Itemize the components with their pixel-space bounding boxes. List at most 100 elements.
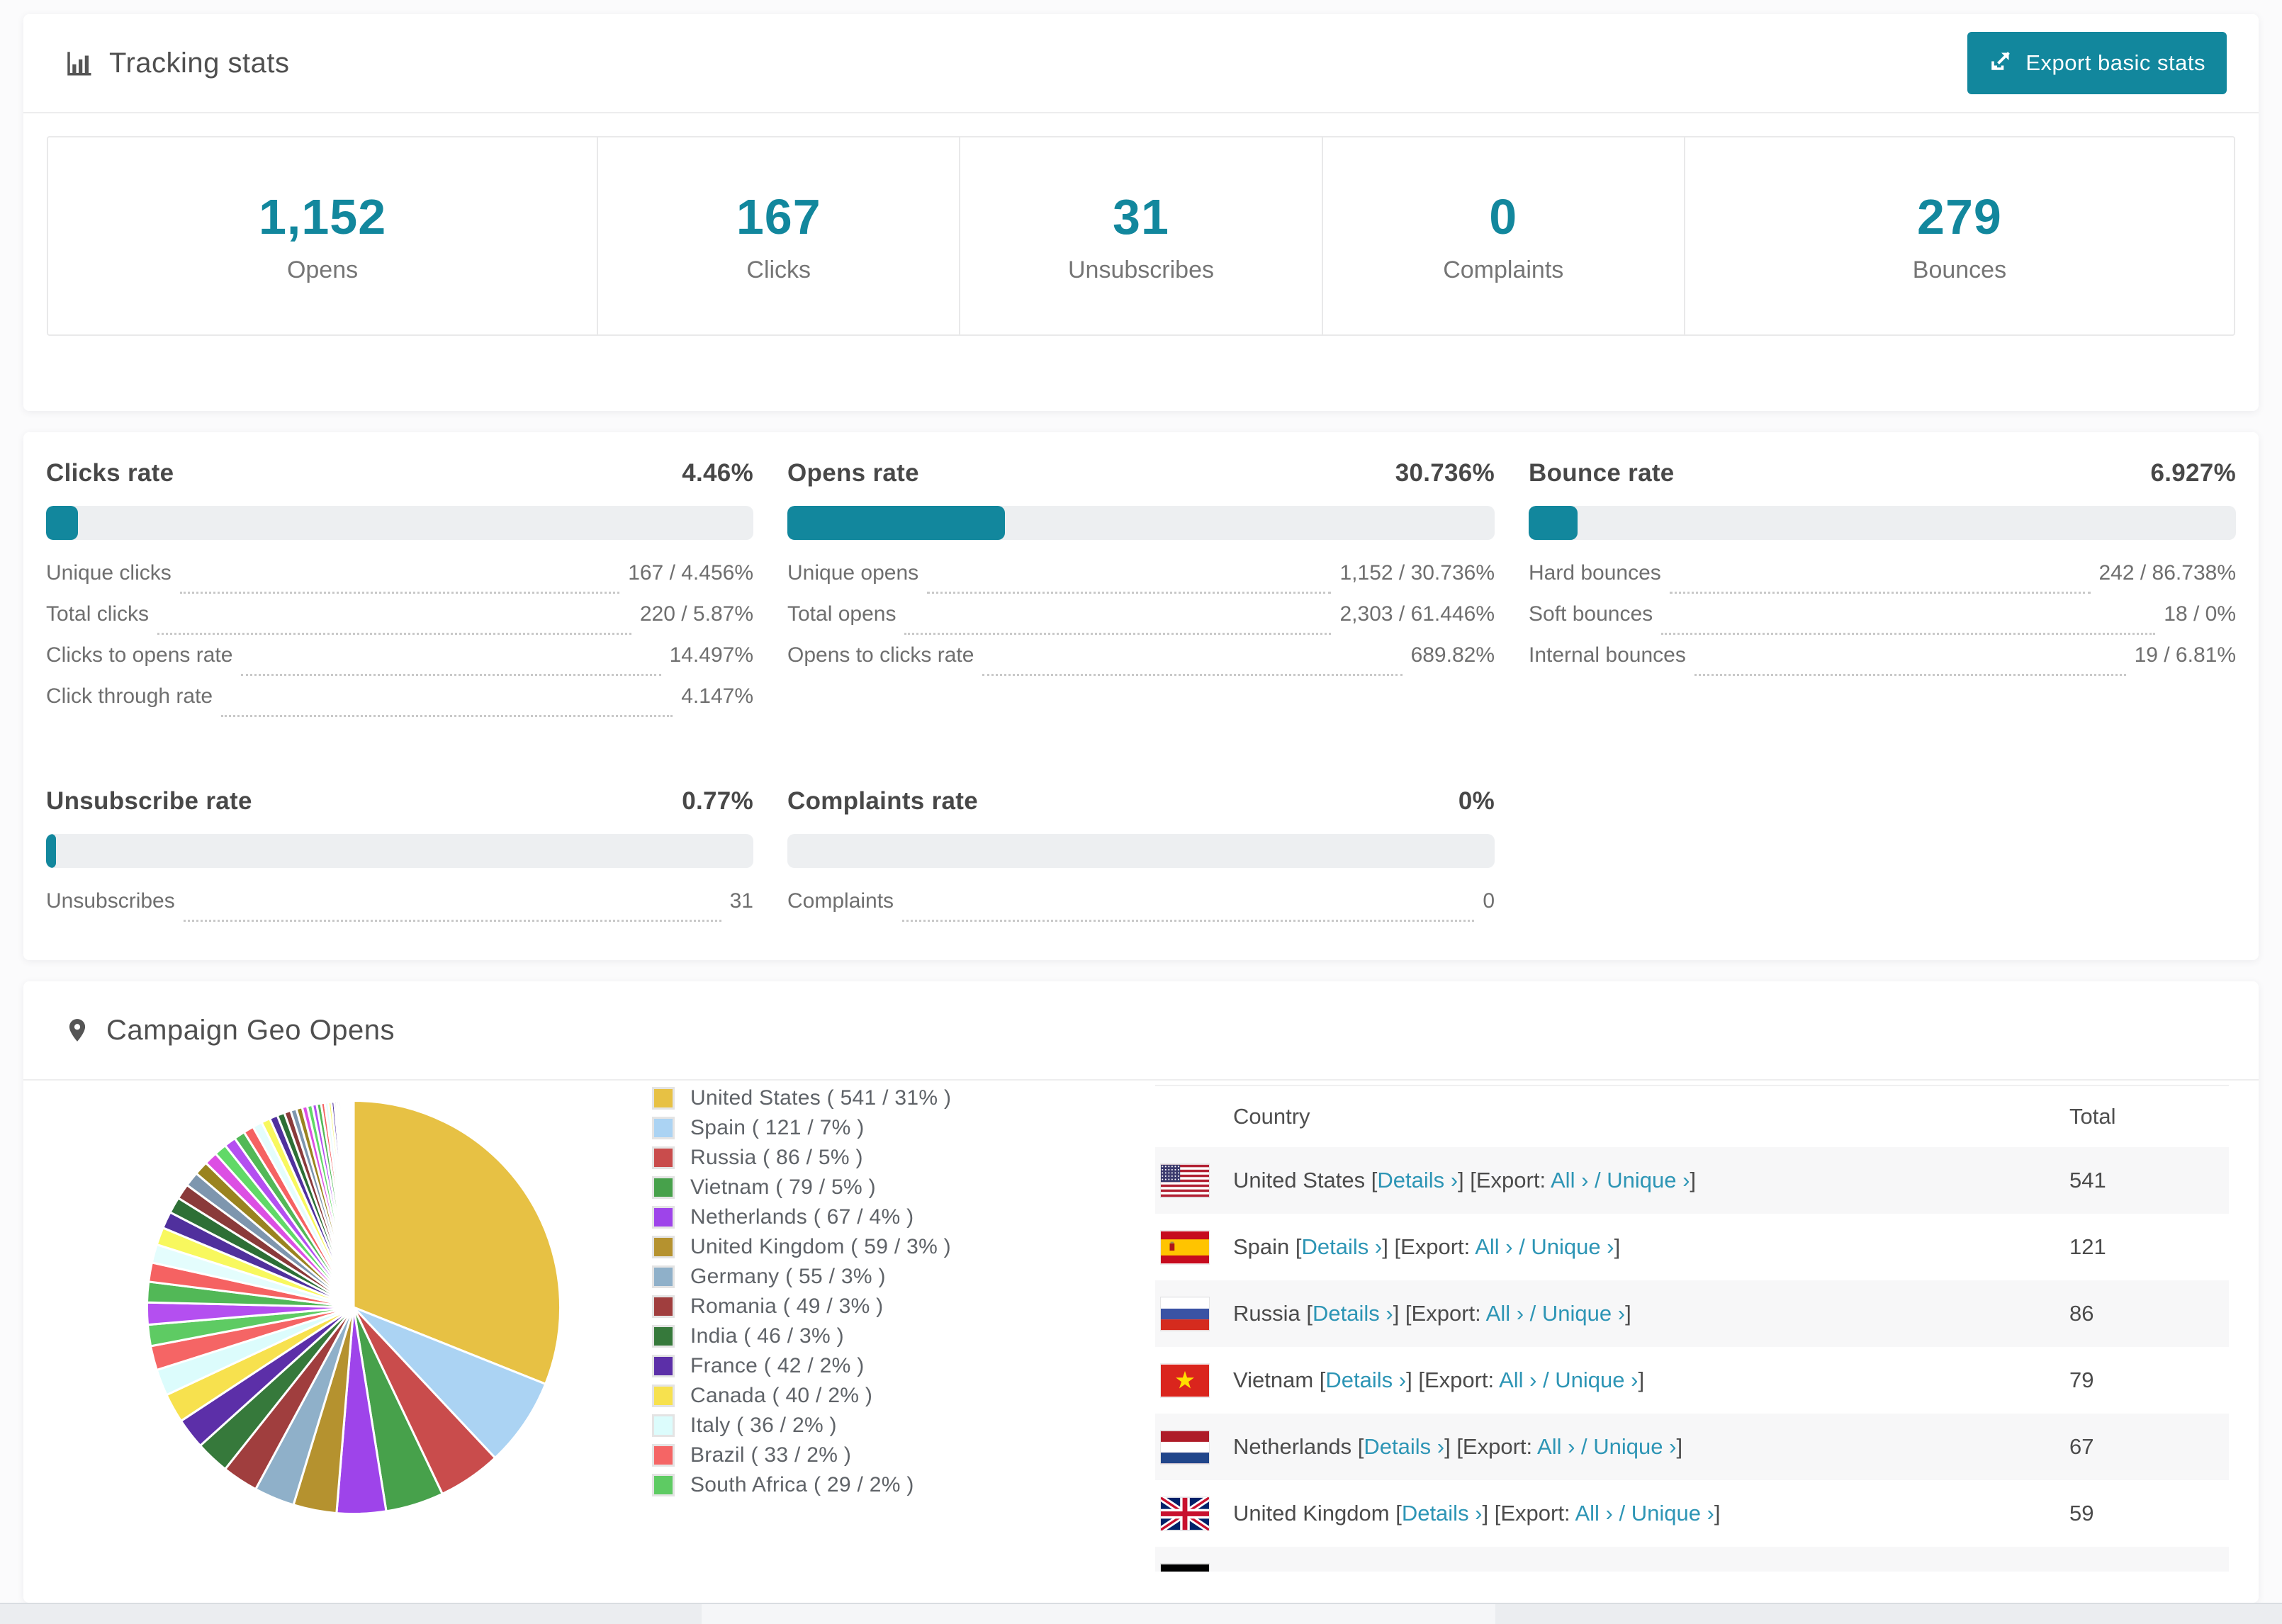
rate-row-value: 18 / 0%: [2164, 602, 2236, 626]
rate-row-label: Total clicks: [46, 602, 150, 626]
rate-panel-value: 0%: [1458, 786, 1495, 815]
rate-panel: Complaints rate 0% Complaints 0: [787, 787, 1495, 930]
rate-rows: Unique clicks 167 / 4.456% Total clicks 220…: [46, 561, 753, 726]
rate-row-value: 220 / 5.87%: [639, 602, 753, 626]
legend-swatch: [652, 1474, 675, 1496]
tracking-dashboard: Tracking stats Export basic stats 1,152 O…: [0, 0, 2282, 1624]
rate-row-label: Complaints: [787, 889, 894, 913]
rate-row: Unsubscribes 31: [46, 889, 753, 930]
dotted-leader: [1669, 592, 2091, 594]
legend-swatch: [652, 1355, 675, 1377]
summary-stat-label: Clicks: [746, 256, 811, 283]
rate-progress-fill: [787, 506, 1005, 540]
rate-progress-track: [46, 506, 753, 540]
legend-label: Vietnam ( 79 / 5% ): [690, 1175, 876, 1199]
legend-swatch: [652, 1295, 675, 1318]
legend-item: Brazil ( 33 / 2% ): [652, 1440, 951, 1470]
geo-table: Country Total United States [Details ›] [E…: [1155, 1085, 2229, 1603]
rate-row-value: 19 / 6.81%: [2134, 643, 2236, 667]
export-unique-link[interactable]: Unique ›: [1531, 1234, 1614, 1259]
legend-item: India ( 46 / 3% ): [652, 1321, 951, 1351]
export-basic-stats-button[interactable]: Export basic stats: [1967, 32, 2227, 94]
rate-panel: Opens rate 30.736% Unique opens 1,152 / 30.…: [787, 459, 1495, 684]
rate-row: Soft bounces 18 / 0%: [1529, 602, 2236, 643]
export-all-link[interactable]: All ›: [1575, 1501, 1612, 1526]
rate-row-label: Clicks to opens rate: [46, 643, 233, 667]
summary-stat-cell: 1,152 Opens: [48, 137, 597, 334]
rate-panel-head: Complaints rate 0%: [787, 787, 1495, 816]
geo-pie-chart: [145, 1099, 562, 1516]
rate-row-label: Total opens: [787, 602, 896, 626]
legend-swatch: [652, 1414, 675, 1437]
legend-label: France ( 42 / 2% ): [690, 1354, 865, 1377]
legend-swatch: [652, 1206, 675, 1229]
details-link[interactable]: Details ›: [1377, 1168, 1458, 1192]
page-bottom-band: [0, 1603, 2282, 1624]
pie-slice: [352, 1099, 355, 1308]
details-link[interactable]: Details ›: [1313, 1301, 1393, 1326]
rate-row-label: Click through rate: [46, 684, 213, 708]
legend-label: United States ( 541 / 31% ): [690, 1086, 952, 1110]
geo-total-value: 121: [2069, 1234, 2106, 1259]
rate-progress-track: [787, 506, 1495, 540]
rate-row-label: Internal bounces: [1529, 643, 1686, 667]
rate-row: Total opens 2,303 / 61.446%: [787, 602, 1495, 643]
export-unique-link[interactable]: Unique ›: [1607, 1168, 1690, 1192]
rate-panel-value: 4.46%: [682, 459, 753, 487]
legend-item: Italy ( 36 / 2% ): [652, 1411, 951, 1440]
flag-icon-vn: [1161, 1364, 1209, 1397]
export-all-link[interactable]: All ›: [1551, 1168, 1588, 1192]
geo-country-cell: Spain [Details ›] [Export: All › / Uniqu…: [1233, 1234, 1621, 1259]
pie-legend: United States ( 541 / 31% ) Spain ( 121 /…: [652, 1083, 951, 1500]
legend-item: Netherlands ( 67 / 4% ): [652, 1202, 951, 1232]
geo-card: Campaign Geo Opens United States ( 541 /…: [23, 981, 2259, 1603]
legend-item: Canada ( 40 / 2% ): [652, 1381, 951, 1411]
flag-icon-es: [1161, 1231, 1209, 1264]
details-link[interactable]: Details ›: [1364, 1434, 1444, 1459]
summary-stat-cell: 0 Complaints: [1321, 137, 1684, 334]
legend-label: South Africa ( 29 / 2% ): [690, 1473, 914, 1496]
dotted-leader: [241, 674, 661, 676]
geo-table-row: Vietnam [Details ›] [Export: All › / Uni…: [1155, 1347, 2229, 1414]
details-link[interactable]: Details ›: [1302, 1234, 1383, 1259]
rate-row-value: 242 / 86.738%: [2098, 561, 2237, 585]
export-all-link[interactable]: All ›: [1486, 1301, 1524, 1326]
export-icon: [1989, 47, 2014, 79]
dotted-leader: [221, 715, 673, 717]
geo-header: Campaign Geo Opens: [23, 981, 2259, 1081]
geo-table-header: Country Total: [1155, 1085, 2229, 1147]
export-unique-link[interactable]: Unique ›: [1542, 1301, 1625, 1326]
rate-progress-track: [1529, 506, 2236, 540]
rate-row-value: 689.82%: [1410, 643, 1495, 667]
country-name: Vietnam: [1233, 1368, 1314, 1392]
legend-label: India ( 46 / 3% ): [690, 1324, 844, 1348]
dotted-leader: [157, 633, 631, 635]
dotted-leader: [902, 919, 1475, 922]
rate-row-value: 14.497%: [669, 643, 753, 667]
link-separator: /: [1512, 1234, 1531, 1259]
rate-row-value: 167 / 4.456%: [628, 561, 753, 585]
export-unique-link[interactable]: Unique ›: [1555, 1368, 1638, 1392]
export-all-link[interactable]: All ›: [1499, 1368, 1536, 1392]
rate-row: Click through rate 4.147%: [46, 684, 753, 726]
legend-swatch: [652, 1265, 675, 1288]
export-unique-link[interactable]: Unique ›: [1593, 1434, 1676, 1459]
page-title: Tracking stats: [109, 47, 290, 79]
rate-row: Total clicks 220 / 5.87%: [46, 602, 753, 643]
export-all-link[interactable]: All ›: [1537, 1434, 1575, 1459]
link-separator: /: [1536, 1368, 1556, 1392]
export-unique-link[interactable]: Unique ›: [1631, 1501, 1714, 1526]
country-name: Russia: [1233, 1301, 1300, 1326]
flag-icon-nl: [1161, 1431, 1209, 1464]
rate-progress-track: [787, 833, 1495, 868]
rate-row-label: Hard bounces: [1529, 561, 1661, 585]
summary-stat-value: 279: [1917, 188, 2002, 244]
details-link[interactable]: Details ›: [1325, 1368, 1406, 1392]
rate-rows: Unsubscribes 31: [46, 889, 753, 930]
legend-item: Spain ( 121 / 7% ): [652, 1113, 951, 1143]
geo-country-cell: Vietnam [Details ›] [Export: All › / Uni…: [1233, 1368, 1645, 1392]
export-all-link[interactable]: All ›: [1475, 1234, 1512, 1259]
details-link[interactable]: Details ›: [1402, 1501, 1483, 1526]
link-separator: /: [1524, 1301, 1542, 1326]
tracking-stats-card: Tracking stats Export basic stats 1,152 O…: [23, 14, 2259, 411]
